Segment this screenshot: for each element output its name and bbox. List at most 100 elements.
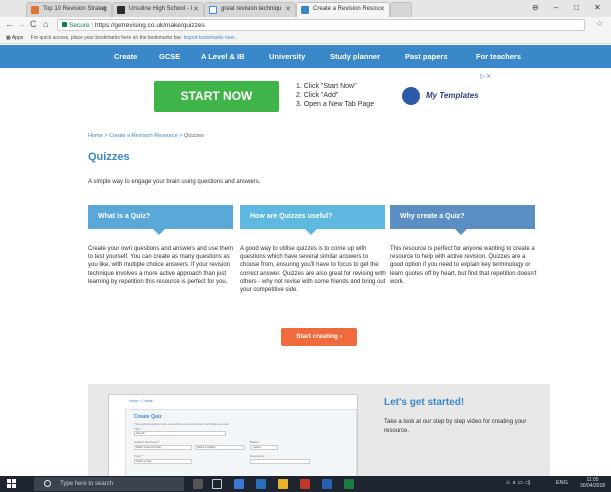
card-title: What is a Quiz? — [98, 213, 151, 220]
nav-a-level[interactable]: A Level & IB — [201, 52, 244, 61]
tutorial-video[interactable]: Home > Create Create Quiz The social que… — [108, 394, 358, 479]
address-bar[interactable]: Secure | https://getrevising.co.uk/make/… — [57, 19, 585, 31]
video-level-select: Select a level of study — [134, 445, 192, 450]
bookmarks-bar: ▦ Apps For quick access, place your book… — [0, 33, 611, 44]
tab-favicon-icon — [31, 6, 39, 14]
new-tab-button[interactable] — [390, 2, 412, 17]
breadcrumb-current: Quizzes — [184, 133, 204, 139]
card-what-is-quiz: What is a Quiz? — [88, 205, 233, 235]
apps-label: Apps — [11, 35, 24, 41]
card-title: How are Quizzes useful? — [250, 213, 333, 220]
video-description-label: Description — [250, 454, 266, 458]
forward-icon[interactable]: → — [17, 19, 26, 29]
tab-title: great revision techniqu — [221, 6, 282, 12]
clock[interactable]: 11:05 30/04/2018 — [580, 477, 605, 489]
page-title: Quizzes — [88, 151, 130, 163]
profile-icon[interactable]: ⊖ — [532, 3, 539, 12]
apps-shortcut[interactable]: ▦ Apps — [6, 35, 23, 41]
secure-label: Secure — [69, 22, 90, 29]
bookmark-star-icon[interactable]: ☆ — [596, 19, 603, 28]
file-explorer-icon[interactable] — [234, 479, 244, 489]
ad-logo-text: My Templates — [426, 91, 479, 100]
ad-start-now-button[interactable]: START NOW — [154, 81, 279, 112]
video-editor-toolbar — [250, 459, 310, 464]
home-icon[interactable]: ⌂ — [43, 19, 48, 29]
maximize-icon[interactable]: □ — [574, 3, 579, 12]
bookmarks-hint: For quick access, place your bookmarks h… — [30, 35, 183, 41]
ad-steps: 1. Click "Start Now" 2. Click "Add" 3. O… — [296, 82, 374, 109]
windows-start-icon[interactable] — [7, 479, 17, 489]
tray-icons[interactable]: ☺ ∧ ▭ ◁) — [505, 480, 530, 486]
close-tab-icon[interactable]: ✕ — [379, 5, 385, 13]
page-subtitle: A simple way to engage your brain using … — [88, 179, 261, 185]
video-form-title: Create Quiz — [134, 414, 162, 420]
powerpoint-icon[interactable] — [300, 479, 310, 489]
tab-title: Ursuline High School - I — [129, 6, 193, 12]
video-form-hint: The social questions you can add to your… — [134, 422, 231, 426]
nav-past-papers[interactable]: Past papers — [405, 52, 448, 61]
browser-toolbar: ← → C ⌂ Secure | https://getrevising.co.… — [0, 17, 611, 33]
video-subject-select: Select a subject — [195, 445, 245, 450]
reload-icon[interactable]: C — [30, 19, 37, 29]
url-text: https://getrevising.co.uk/make/quizzes — [94, 22, 205, 29]
my-templates-logo-icon — [402, 87, 420, 105]
breadcrumb-home[interactable]: Home — [88, 133, 103, 139]
clock-date: 30/04/2018 — [580, 483, 606, 489]
tab-favicon-icon — [301, 6, 309, 14]
import-bookmarks-link[interactable]: Import bookmarks now... — [184, 35, 238, 41]
advertisement-banner[interactable]: START NOW 1. Click "Start Now" 2. Click … — [88, 71, 498, 121]
close-window-icon[interactable]: ✕ — [594, 3, 601, 12]
start-creating-button[interactable]: Start creating › — [281, 328, 357, 346]
video-title-field: New ID — [134, 431, 226, 436]
browser-tab-1[interactable]: Top 10 Revision Strateg ✕ — [26, 2, 112, 17]
card-description: Create your own questions and answers an… — [88, 246, 234, 285]
tab-favicon-icon — [117, 6, 125, 14]
tab-title: Create a Revision Resou — [313, 6, 380, 12]
outlook-icon[interactable] — [256, 479, 266, 489]
microphone-icon[interactable] — [193, 479, 203, 489]
back-icon[interactable]: ← — [5, 19, 14, 29]
word-icon[interactable] — [322, 479, 332, 489]
nav-university[interactable]: University — [269, 52, 305, 61]
breadcrumb-create[interactable]: Create a Revision Resource — [109, 133, 178, 139]
lets-get-started-heading: Let's get started! — [384, 397, 465, 408]
language-indicator[interactable]: ENG — [556, 480, 568, 486]
nav-study-planner[interactable]: Study planner — [330, 52, 380, 61]
browser-tab-strip: Top 10 Revision Strateg ✕ Ursuline High … — [0, 0, 611, 17]
browser-tab-3[interactable]: great revision techniqu ✕ — [204, 2, 296, 17]
site-nav: Create GCSE A Level & IB University Stud… — [0, 45, 611, 68]
card-how-useful: How are Quizzes useful? — [240, 205, 385, 235]
task-view-icon[interactable] — [212, 479, 222, 489]
close-tab-icon[interactable]: ✕ — [285, 5, 291, 13]
excel-icon[interactable] — [344, 479, 354, 489]
ad-step: 1. Click "Start Now" — [296, 83, 357, 90]
card-why-create: Why create a Quiz? — [390, 205, 535, 235]
card-description: This resource is perfect for anyone want… — [390, 246, 537, 285]
card-description: A good way to utilise quizzes is to come… — [240, 246, 386, 294]
adchoices-icon[interactable]: ▷ ✕ — [480, 73, 491, 80]
taskbar-search-box[interactable]: Type here to search — [34, 477, 184, 491]
close-tab-icon[interactable]: ✕ — [193, 5, 199, 13]
browser-tab-2[interactable]: Ursuline High School - I ✕ — [112, 2, 204, 17]
nav-create[interactable]: Create — [114, 52, 137, 61]
tab-title: Top 10 Revision Strateg — [43, 6, 107, 12]
card-title: Why create a Quiz? — [400, 213, 465, 220]
video-topic-label: Topic * — [134, 454, 144, 458]
lock-icon — [62, 22, 67, 27]
video-breadcrumb: Home > Create — [129, 399, 153, 403]
video-board-label: Board * — [250, 440, 261, 444]
breadcrumb: Home > Create a Revision Resource > Quiz… — [88, 133, 204, 139]
lets-get-started-text: Take a look at our step by step video fo… — [384, 419, 527, 434]
browser-tab-4-active[interactable]: Create a Revision Resou ✕ — [296, 2, 390, 17]
minimize-icon[interactable]: – — [554, 3, 558, 12]
video-board-select: - select - — [250, 445, 278, 450]
nav-for-teachers[interactable]: For teachers — [476, 52, 521, 61]
chrome-icon[interactable] — [278, 479, 288, 489]
video-subject-label: Subject and Level * — [134, 440, 160, 444]
video-topic-select: Select a topic — [134, 459, 192, 464]
video-form-preview: Create Quiz The social questions you can… — [125, 409, 357, 479]
close-tab-icon[interactable]: ✕ — [101, 5, 107, 13]
nav-gcse[interactable]: GCSE — [159, 52, 180, 61]
windows-taskbar: Type here to search ☺ ∧ ▭ ◁) ENG 11:05 3… — [0, 476, 611, 492]
ad-step: 3. Open a New Tab Page — [296, 101, 375, 108]
